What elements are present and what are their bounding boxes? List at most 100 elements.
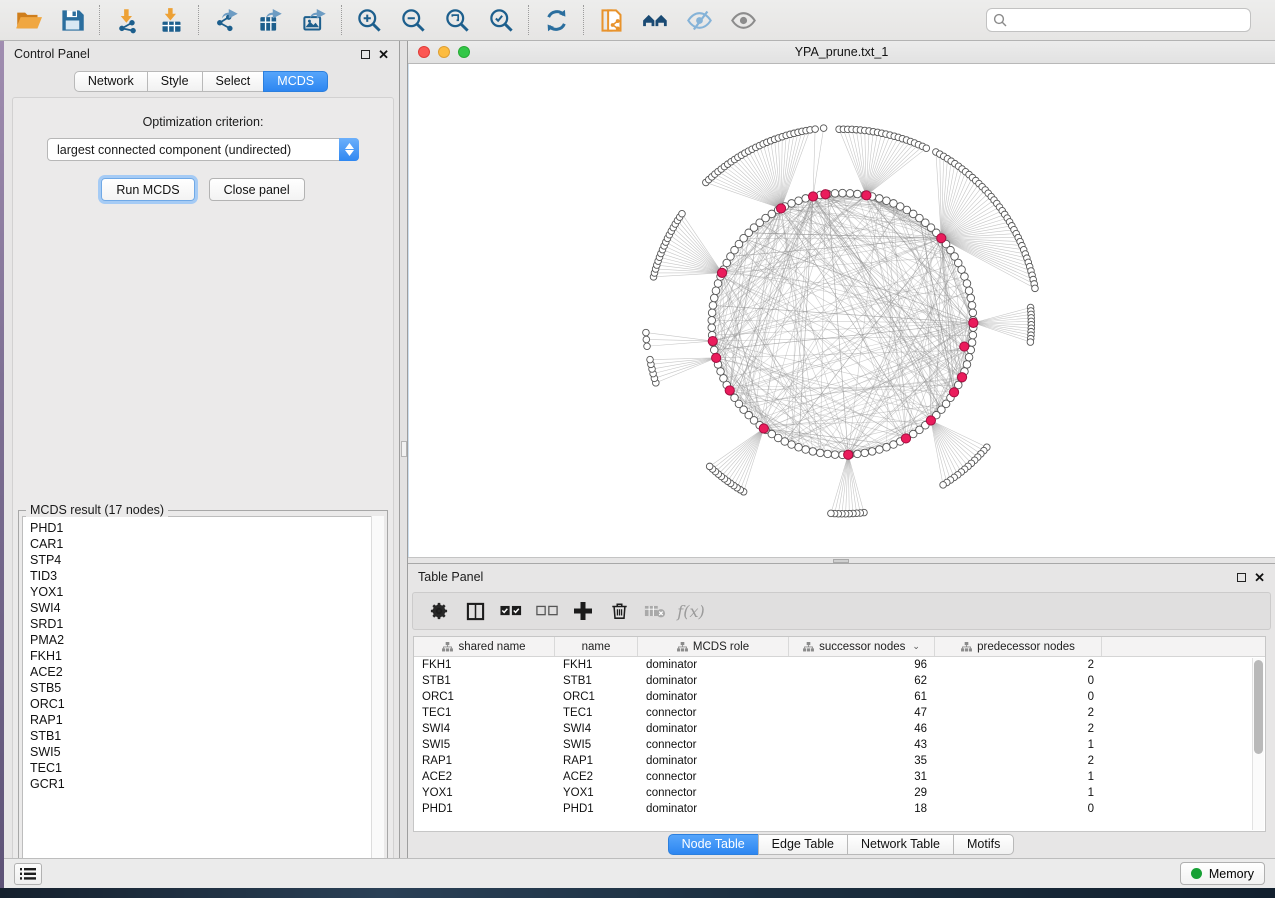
table-cell: 35 — [789, 755, 935, 767]
panel-splitter-horizontal[interactable] — [408, 557, 1275, 564]
list-icon — [20, 867, 36, 881]
mcds-result-item[interactable]: ACE2 — [30, 664, 383, 680]
add-column-icon — [574, 602, 592, 620]
table-cell: ACE2 — [414, 771, 555, 783]
column-header-successor-nodes[interactable]: successor nodes⌄ — [789, 637, 935, 656]
mcds-result-scrollbar[interactable] — [371, 516, 384, 878]
column-header-predecessor-nodes[interactable]: predecessor nodes — [935, 637, 1102, 656]
run-mcds-button[interactable]: Run MCDS — [101, 178, 194, 201]
mcds-result-item[interactable]: PMA2 — [30, 632, 383, 648]
table-row[interactable]: TEC1TEC1connector472 — [414, 705, 1265, 721]
function-builder-icon: f(x) — [677, 602, 704, 621]
table-row[interactable]: SWI5SWI5connector431 — [414, 737, 1265, 753]
open-file-button[interactable] — [6, 1, 50, 39]
hide-selected-button[interactable] — [677, 1, 721, 39]
tab-motifs[interactable]: Motifs — [953, 834, 1014, 855]
sort-descending-icon: ⌄ — [912, 641, 920, 652]
mcds-result-item[interactable]: SRD1 — [30, 616, 383, 632]
refresh-button[interactable] — [534, 1, 578, 39]
show-all-button[interactable] — [721, 1, 765, 39]
table-row[interactable]: PHD1PHD1dominator180 — [414, 801, 1265, 817]
duplicate-network-button[interactable] — [589, 1, 633, 39]
mcds-result-item[interactable]: RAP1 — [30, 712, 383, 728]
select-all-rows-button[interactable] — [493, 595, 529, 627]
mcds-result-item[interactable]: ORC1 — [30, 696, 383, 712]
delete-table-icon — [644, 604, 666, 618]
duplicate-network-icon — [598, 7, 625, 34]
network-window-titlebar[interactable]: YPA_prune.txt_1 — [408, 41, 1275, 64]
mcds-result-item[interactable]: SWI4 — [30, 600, 383, 616]
first-neighbors-button[interactable] — [633, 1, 677, 39]
table-row[interactable]: ACE2ACE2connector311 — [414, 769, 1265, 785]
mcds-result-item[interactable]: STB5 — [30, 680, 383, 696]
tab-select[interactable]: Select — [202, 71, 265, 92]
import-network-button[interactable] — [105, 1, 149, 39]
table-row[interactable]: RAP1RAP1dominator352 — [414, 753, 1265, 769]
tab-network-table[interactable]: Network Table — [847, 834, 954, 855]
table-row[interactable]: YOX1YOX1connector291 — [414, 785, 1265, 801]
delete-column-button[interactable] — [601, 595, 637, 627]
panel-splitter-vertical[interactable] — [400, 41, 408, 858]
table-row[interactable]: SWI4SWI4dominator462 — [414, 721, 1265, 737]
import-table-button[interactable] — [149, 1, 193, 39]
table-cell: SWI5 — [555, 739, 638, 751]
table-row[interactable]: FKH1FKH1dominator962 — [414, 657, 1265, 673]
column-header-label: MCDS role — [693, 641, 749, 653]
mcds-result-item[interactable]: STP4 — [30, 552, 383, 568]
column-header-name[interactable]: name — [555, 637, 638, 656]
float-panel-icon[interactable] — [361, 50, 370, 59]
network-view-panel: YPA_prune.txt_1 — [408, 41, 1275, 564]
tab-node-table[interactable]: Node Table — [668, 834, 759, 855]
table-cell: 43 — [789, 739, 935, 751]
mcds-result-item[interactable]: PHD1 — [30, 520, 383, 536]
close-panel-icon[interactable]: ✕ — [1254, 573, 1265, 582]
float-panel-icon[interactable] — [1237, 573, 1246, 582]
zoom-out-button[interactable] — [391, 1, 435, 39]
mcds-result-title: MCDS result (17 nodes) — [26, 503, 168, 517]
zoom-in-button[interactable] — [347, 1, 391, 39]
mcds-result-item[interactable]: GCR1 — [30, 776, 383, 792]
zoom-selected-button[interactable] — [479, 1, 523, 39]
memory-button[interactable]: Memory — [1180, 862, 1265, 885]
mcds-result-item[interactable]: YOX1 — [30, 584, 383, 600]
mcds-result-item[interactable]: STB1 — [30, 728, 383, 744]
save-session-button[interactable] — [50, 1, 94, 39]
mcds-result-item[interactable]: SWI5 — [30, 744, 383, 760]
search-input[interactable] — [986, 8, 1251, 32]
add-column-button[interactable] — [565, 595, 601, 627]
optimization-criterion-select[interactable]: largest connected component (undirected) — [47, 138, 359, 161]
tab-edge-table[interactable]: Edge Table — [758, 834, 848, 855]
table-scrollbar[interactable] — [1252, 658, 1264, 830]
toolbar-separator — [341, 5, 342, 35]
table-row[interactable]: STB1STB1dominator620 — [414, 673, 1265, 689]
close-panel-icon[interactable]: ✕ — [378, 50, 389, 59]
network-graph[interactable] — [408, 64, 1275, 557]
mcds-result-item[interactable]: TID3 — [30, 568, 383, 584]
tab-network[interactable]: Network — [74, 71, 148, 92]
mcds-result-item[interactable]: TEC1 — [30, 760, 383, 776]
column-header-shared-name[interactable]: shared name — [414, 637, 555, 656]
splitter-handle[interactable] — [833, 559, 849, 563]
export-table-button[interactable] — [248, 1, 292, 39]
column-header-MCDS-role[interactable]: MCDS role — [638, 637, 789, 656]
scrollbar-thumb[interactable] — [1254, 660, 1263, 754]
splitter-handle[interactable] — [401, 441, 407, 457]
first-neighbors-icon — [642, 7, 669, 34]
column-header-label: shared name — [458, 641, 525, 653]
zoom-fit-button[interactable] — [435, 1, 479, 39]
mcds-result-item[interactable]: CAR1 — [30, 536, 383, 552]
task-history-button[interactable] — [14, 863, 42, 885]
table-row[interactable]: ORC1ORC1dominator610 — [414, 689, 1265, 705]
import-table-icon — [158, 7, 185, 34]
gear-button[interactable] — [421, 595, 457, 627]
tab-style[interactable]: Style — [147, 71, 203, 92]
close-panel-button[interactable]: Close panel — [209, 178, 305, 201]
node-table: shared name name MCDS role successor nodes⌄… — [413, 636, 1266, 832]
mcds-result-list[interactable]: PHD1CAR1STP4TID3YOX1SWI4SRD1PMA2FKH1ACE2… — [22, 516, 384, 878]
column-layout-button[interactable] — [457, 595, 493, 627]
mcds-result-item[interactable]: FKH1 — [30, 648, 383, 664]
export-network-button[interactable] — [204, 1, 248, 39]
deselect-all-rows-button[interactable] — [529, 595, 565, 627]
tab-mcds[interactable]: MCDS — [263, 71, 328, 92]
export-image-button[interactable] — [292, 1, 336, 39]
